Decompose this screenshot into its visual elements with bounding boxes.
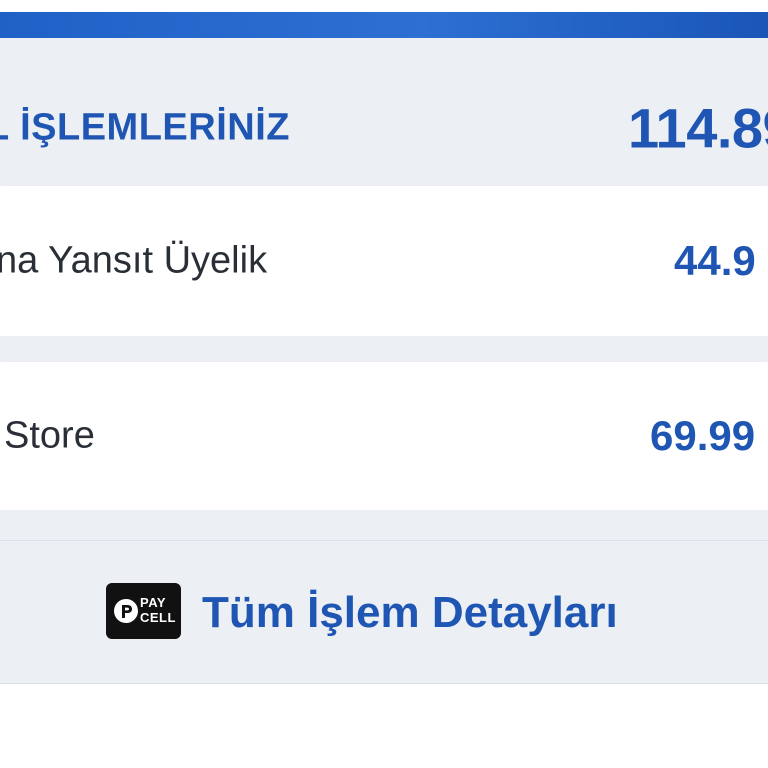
paycell-logo: PAY CELL xyxy=(106,583,181,639)
transaction-row[interactable]: na Yansıt Üyelik 44.9 xyxy=(0,186,768,336)
row-separator xyxy=(0,336,768,362)
summary-total-amount: 114.89 xyxy=(628,96,768,160)
paycell-wordmark-line2: CELL xyxy=(140,610,176,625)
paycell-wordmark-line1: PAY xyxy=(140,595,167,610)
all-transactions-label: Tüm İşlem Detayları xyxy=(202,588,618,637)
paycell-p-icon xyxy=(114,599,138,623)
transaction-amount: 69.99 xyxy=(650,412,756,459)
transaction-amount: 44.9 xyxy=(674,237,756,284)
transaction-name: Store xyxy=(4,414,95,457)
transactions-summary: L İŞLEMLERİNİZ 114.89 xyxy=(0,38,768,187)
screen: L İŞLEMLERİNİZ 114.89 na Yansıt Üyelik 4… xyxy=(0,0,768,768)
summary-title: L İŞLEMLERİNİZ xyxy=(0,106,290,149)
row-separator xyxy=(0,510,768,540)
header-bar xyxy=(0,12,768,38)
all-transactions-button[interactable]: PAY CELL Tüm İşlem Detayları xyxy=(0,540,768,685)
bottom-area xyxy=(0,684,768,768)
transaction-row[interactable]: Store 69.99 xyxy=(0,362,768,510)
paycell-wordmark: PAY CELL xyxy=(140,595,176,625)
transaction-name: na Yansıt Üyelik xyxy=(0,239,268,282)
